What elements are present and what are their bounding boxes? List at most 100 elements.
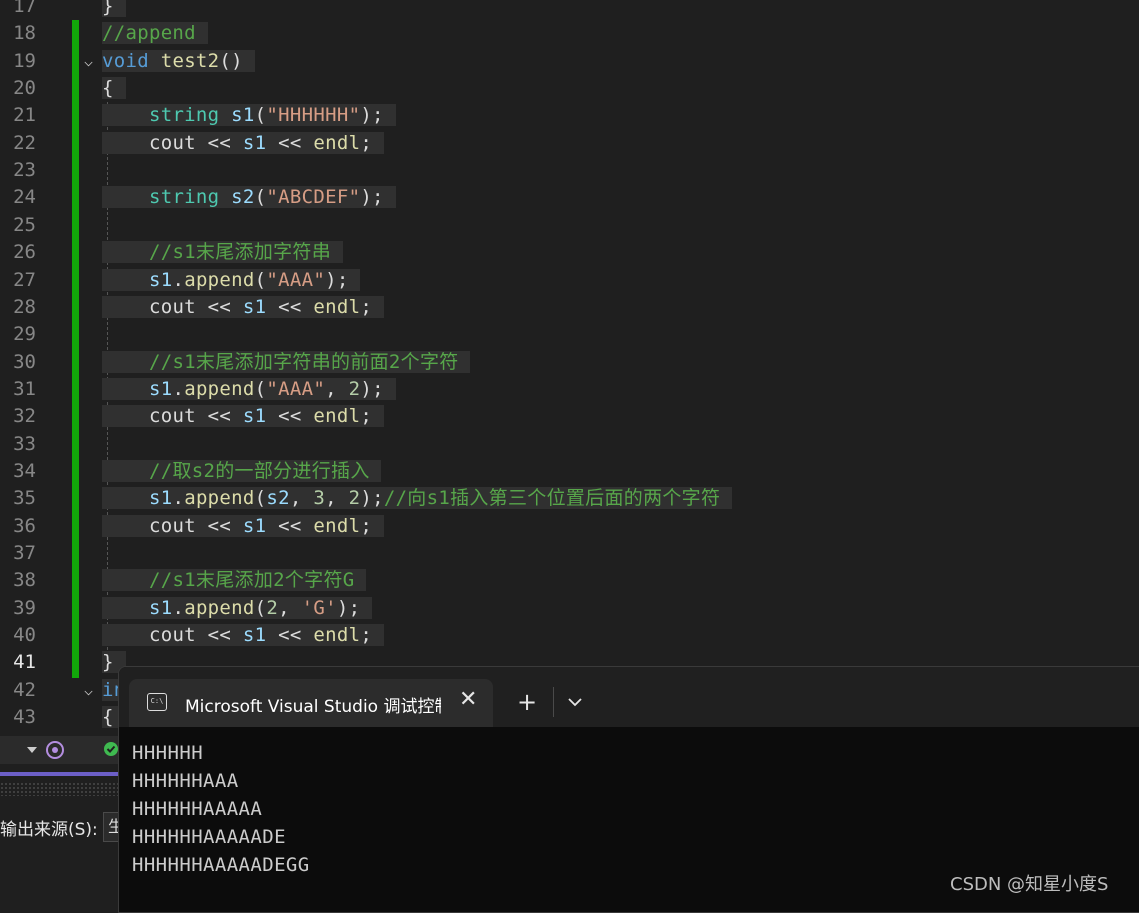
code-line[interactable]: 32 cout << s1 << endl;	[0, 403, 1139, 430]
code-token: ,	[325, 377, 349, 400]
output-source-label: 输出来源(S):	[0, 820, 98, 840]
code-token: 3	[313, 487, 326, 510]
status-accent-bar	[0, 772, 118, 776]
code-token: endl	[313, 295, 361, 318]
code-line[interactable]: 26 //s1末尾添加字符串	[0, 239, 1139, 266]
line-number: 28	[13, 295, 36, 318]
line-number: 18	[13, 22, 36, 45]
code-token: "AAA"	[266, 268, 326, 291]
selection-highlight: //s1末尾添加2个字符G	[102, 569, 367, 592]
code-line[interactable]: 18 //append	[0, 20, 1139, 47]
code-token: s1	[148, 487, 173, 510]
code-token: cout	[148, 405, 196, 428]
code-line[interactable]: 25	[0, 212, 1139, 239]
code-token: void	[102, 49, 149, 72]
code-token: ;	[360, 295, 373, 318]
code-text: string s1("HHHHHH");	[102, 102, 396, 129]
code-line[interactable]: 33	[0, 431, 1139, 458]
code-token: s2	[266, 487, 290, 510]
code-line[interactable]: 36 cout << s1 << endl;	[0, 513, 1139, 540]
selection-highlight: //s1末尾添加字符串的前面2个字符	[102, 350, 471, 373]
code-token: append	[184, 487, 255, 510]
code-line[interactable]: 24 string s2("ABCDEF");	[0, 184, 1139, 211]
line-number: 17	[13, 0, 36, 17]
code-token: endl	[313, 405, 361, 428]
code-line[interactable]: 38 //s1末尾添加2个字符G	[0, 567, 1139, 594]
line-number: 38	[13, 569, 36, 592]
code-line[interactable]: 34 //取s2的一部分进行插入	[0, 458, 1139, 485]
code-text: s1.append("AAA", 2);	[102, 376, 396, 403]
code-token: 'G'	[301, 596, 337, 619]
code-line[interactable]: 19 ⌵ void test2()	[0, 48, 1139, 75]
line-number: 35	[13, 487, 36, 510]
code-token: );	[360, 377, 384, 400]
code-token: (	[254, 596, 267, 619]
code-token: "ABCDEF"	[266, 186, 361, 209]
diagnostics-icon[interactable]	[44, 739, 66, 761]
code-token: }	[102, 651, 114, 674]
code-line[interactable]: 39 s1.append(2, 'G');	[0, 595, 1139, 622]
code-line[interactable]: 27 s1.append("AAA");	[0, 267, 1139, 294]
line-number: 32	[13, 405, 36, 428]
code-line[interactable]: 23	[0, 157, 1139, 184]
panel-grip[interactable]	[0, 782, 118, 796]
code-token: 2	[348, 487, 361, 510]
fold-chevron-icon[interactable]: ⌵	[84, 677, 93, 704]
code-line[interactable]: 29	[0, 321, 1139, 348]
code-text: //s1末尾添加字符串的前面2个字符	[102, 349, 471, 376]
code-token: ;	[360, 624, 373, 647]
code-token: test2	[160, 49, 220, 72]
console-titlebar: C:\ Microsoft Visual Studio 调试控制台 ✕ +	[119, 667, 1139, 727]
code-line[interactable]: 37	[0, 540, 1139, 567]
code-text: //取s2的一部分进行插入	[102, 458, 382, 485]
line-number: 34	[13, 459, 36, 482]
code-line[interactable]: 21 string s1("HHHHHH");	[0, 102, 1139, 129]
line-number: 36	[13, 514, 36, 537]
code-token: 2	[348, 377, 361, 400]
bottom-toolbar	[0, 736, 118, 764]
code-text: s1.append(2, 'G');	[102, 595, 373, 622]
watermark: CSDN @知星小度S	[950, 874, 1109, 895]
code-token: .	[172, 487, 185, 510]
code-token: s1	[242, 514, 267, 537]
code-token: 2	[266, 596, 279, 619]
line-number: 26	[13, 241, 36, 264]
code-token: (	[254, 186, 267, 209]
close-icon[interactable]: ✕	[459, 687, 477, 712]
code-line[interactable]: 20 {	[0, 75, 1139, 102]
code-line[interactable]: 40 cout << s1 << endl;	[0, 622, 1139, 649]
code-token: "AAA"	[266, 377, 326, 400]
chevron-down-icon[interactable]	[563, 687, 587, 717]
code-text: cout << s1 << endl;	[102, 130, 384, 157]
code-token: <<	[266, 131, 314, 154]
code-token: {	[102, 77, 114, 100]
code-token: //s1末尾添加字符串	[148, 241, 332, 264]
code-line[interactable]: 17}	[0, 0, 1139, 20]
console-output-line: HHHHHH	[132, 742, 204, 764]
selection-highlight: s1.append("AAA");	[102, 268, 361, 291]
code-line[interactable]: 31 s1.append("AAA", 2);	[0, 376, 1139, 403]
line-number: 27	[13, 268, 36, 291]
code-line[interactable]: 35 s1.append(s2, 3, 2);//向s1插入第三个位置后面的两个…	[0, 485, 1139, 512]
code-line[interactable]: 22 cout << s1 << endl;	[0, 130, 1139, 157]
code-token: ;	[360, 405, 373, 428]
toolbar-dropdown-arrow-icon[interactable]	[26, 745, 38, 755]
selection-highlight: {	[102, 77, 126, 100]
code-token: );	[360, 104, 384, 127]
code-text: cout << s1 << endl;	[102, 403, 384, 430]
code-token: <<	[195, 295, 243, 318]
console-tab[interactable]: C:\ Microsoft Visual Studio 调试控制台 ✕	[129, 679, 493, 727]
new-tab-button[interactable]: +	[517, 687, 537, 717]
line-number: 24	[13, 186, 36, 209]
code-token: {	[102, 706, 114, 729]
code-token: ;	[360, 514, 373, 537]
code-line[interactable]: 28 cout << s1 << endl;	[0, 294, 1139, 321]
fold-chevron-icon[interactable]: ⌵	[84, 48, 93, 75]
code-text: cout << s1 << endl;	[102, 294, 384, 321]
code-line[interactable]: 30 //s1末尾添加字符串的前面2个字符	[0, 349, 1139, 376]
console-tab-title: Microsoft Visual Studio 调试控制台	[185, 697, 441, 717]
